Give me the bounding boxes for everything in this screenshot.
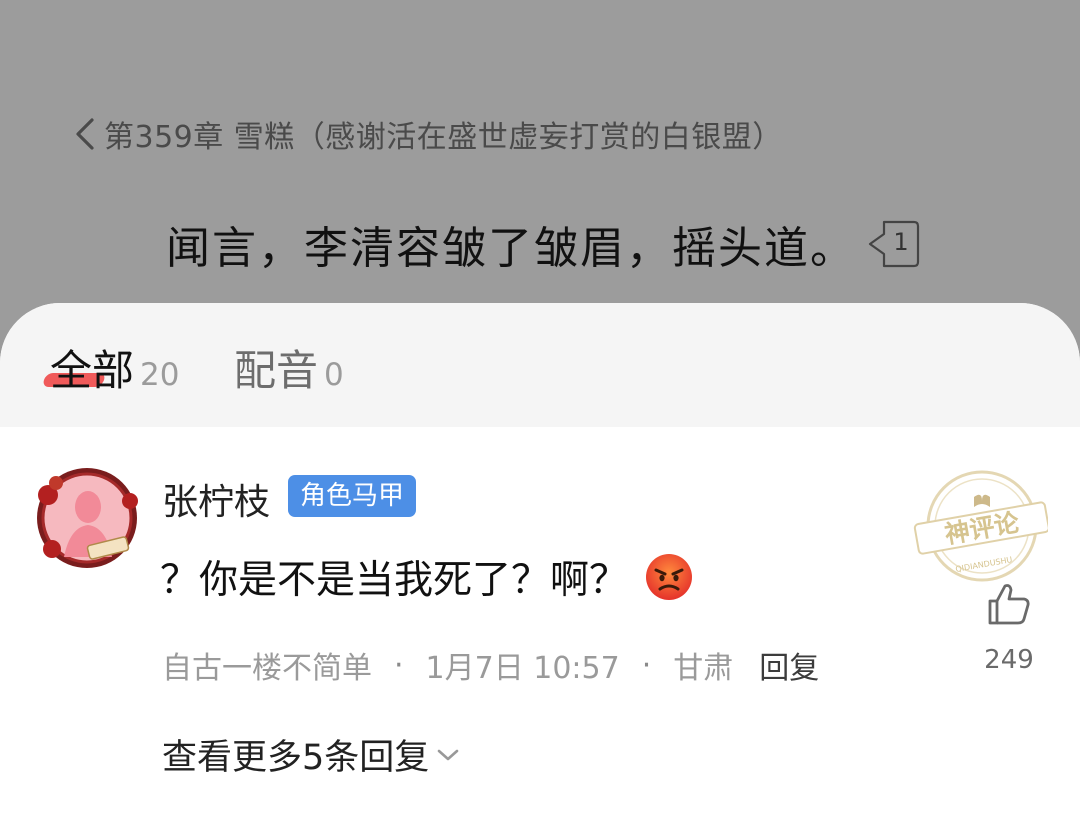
- paragraph-comment-bubble[interactable]: 1: [866, 220, 920, 268]
- stamp-subtext: QIDIANDUSHU: [955, 555, 1013, 574]
- comment-time: 1月7日 10:57: [425, 651, 620, 686]
- tab-count: 0: [324, 357, 344, 393]
- comment-meta: 自古一楼不简单 · 1月7日 10:57 · 甘肃 回复: [162, 643, 819, 687]
- comment-username[interactable]: 张柠枝: [162, 473, 270, 525]
- chapter-back-bar[interactable]: 第359章 雪糕（感谢活在盛世虚妄打赏的白银盟）: [74, 112, 783, 156]
- tab-all[interactable]: 全部 20: [50, 337, 179, 398]
- like-button[interactable]: [984, 581, 1034, 631]
- tab-label: 配音: [234, 346, 319, 395]
- paragraph: 闻言，李清容皱了皱眉，摇头道。 1: [166, 212, 920, 276]
- comment-text: ？你是不是当我死了？啊？: [160, 558, 629, 603]
- comment-location: 甘肃: [673, 651, 734, 686]
- paragraph-comment-count: 1: [893, 228, 909, 256]
- role-badge: 角色马甲: [288, 475, 417, 517]
- comment-body: ？你是不是当我死了？啊？: [160, 549, 694, 605]
- comment-tag: 自古一楼不简单: [162, 651, 372, 686]
- angry-face-emoji-icon: [646, 554, 693, 600]
- chapter-title: 第359章 雪糕（感谢活在盛世虚妄打赏的白银盟）: [104, 120, 783, 155]
- tab-dubbing[interactable]: 配音 0: [234, 337, 344, 398]
- reader-background: [0, 0, 1080, 330]
- more-replies-label: 查看更多5条回复: [162, 738, 430, 778]
- thumbs-up-icon: [988, 584, 1030, 625]
- chevron-down-icon: [437, 749, 459, 760]
- paragraph-text: 闻言，李清容皱了皱眉，摇头道。: [166, 223, 856, 274]
- separator-dot: ·: [641, 647, 652, 683]
- comment-item: 张柠枝 角色马甲 ？你是不是当我死了？啊？ 自古一楼不简单 · 1月7日 10:…: [0, 427, 1080, 823]
- comment-tabs: 全部 20 配音 0: [0, 303, 1080, 427]
- like-count: 249: [984, 645, 1034, 675]
- stamp-text: 神评论: [942, 508, 1022, 550]
- avatar[interactable]: [34, 465, 140, 571]
- separator-dot: ·: [394, 647, 404, 683]
- tab-label: 全部: [50, 346, 135, 395]
- comment-sheet: 全部 20 配音 0 张柠枝 角色马甲 ？你是不是当我死了？啊？ 自古一楼不简单…: [0, 303, 1080, 823]
- chevron-left-icon[interactable]: [74, 114, 104, 154]
- view-more-replies-button[interactable]: 查看更多5条回复: [162, 729, 461, 780]
- hot-comment-stamp-icon: 神评论 QIDIANDUSHU: [913, 470, 1048, 582]
- reply-button[interactable]: 回复: [759, 643, 819, 687]
- tab-count: 20: [140, 357, 180, 393]
